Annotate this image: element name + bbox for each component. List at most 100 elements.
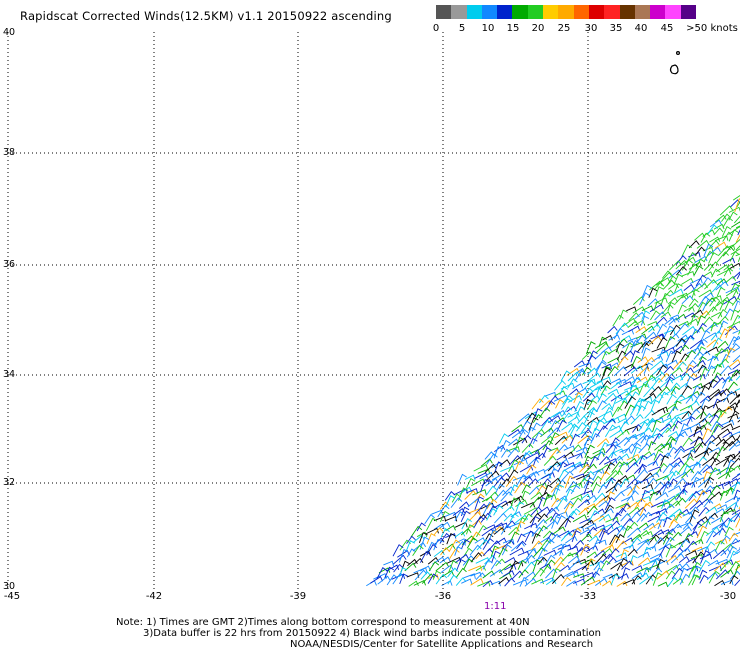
wind-barb: [551, 543, 564, 550]
wind-barb: [559, 564, 571, 572]
wind-barb: [611, 482, 622, 493]
wind-barb-field: [366, 195, 740, 588]
wind-barb: [733, 399, 740, 411]
wind-barb: [683, 283, 695, 291]
wind-barb: [611, 406, 623, 418]
wind-barb: [505, 475, 518, 487]
wind-barb: [457, 473, 467, 486]
wind-barb: [663, 325, 675, 339]
lon-label: -33: [579, 591, 597, 602]
wind-barb: [696, 498, 711, 508]
wind-barb: [623, 544, 635, 551]
wind-barb: [703, 316, 714, 325]
wind-barb: [531, 578, 544, 585]
wind-barb: [724, 526, 734, 537]
wind-barb: [699, 395, 712, 404]
wind-barb: [592, 538, 603, 550]
wind-barb: [729, 251, 740, 262]
lon-label: -36: [434, 591, 452, 602]
island-shape: [669, 64, 679, 75]
wind-barb: [693, 265, 704, 276]
wind-barb: [639, 427, 653, 437]
wind-barb: [704, 346, 719, 355]
wind-barb: [683, 456, 695, 467]
lat-label: 40: [3, 27, 16, 38]
wind-barb: [494, 489, 508, 501]
lat-label: 34: [3, 369, 16, 380]
wind-barb: [532, 431, 544, 445]
wind-barb: [531, 422, 541, 432]
wind-barb: [523, 507, 539, 515]
wind-barb: [648, 441, 657, 451]
wind-barb: [695, 456, 708, 466]
wind-barb: [440, 547, 450, 556]
wind-barb: [573, 392, 583, 404]
wind-barb: [731, 425, 740, 431]
wind-barb: [720, 548, 732, 557]
wind-barb: [463, 558, 474, 571]
wind-barb: [704, 306, 718, 318]
wind-barb: [627, 527, 641, 538]
wind-barb: [575, 446, 588, 453]
wind-barb: [716, 286, 726, 297]
wind-barb: [567, 416, 580, 424]
footnote-line-2: 3)Data buffer is 22 hrs from 20150922 4)…: [143, 628, 601, 639]
wind-barb: [628, 391, 640, 403]
wind-barb: [698, 519, 711, 529]
wind-barb: [618, 462, 630, 468]
wind-barb: [648, 323, 661, 333]
wind-barb: [720, 406, 733, 418]
wind-barb: [652, 572, 663, 586]
wind-barb: [717, 480, 732, 487]
pass-time-label: 1:11: [484, 601, 507, 612]
wind-barb: [607, 325, 618, 334]
wind-barb: [584, 523, 598, 530]
wind-barb: [538, 496, 548, 508]
wind-barb: [521, 443, 534, 453]
wind-barb: [530, 491, 543, 500]
wind-barb: [650, 310, 661, 321]
wind-barb: [516, 533, 526, 543]
wind-barb: [603, 392, 617, 403]
wind-barb: [700, 385, 710, 396]
wind-barb: [697, 310, 710, 320]
wind-barb: [681, 244, 692, 257]
wind-barb: [551, 573, 565, 585]
wind-barb: [681, 270, 695, 277]
wind-barb: [543, 493, 553, 507]
wind-barb: [542, 530, 554, 539]
wind-barb: [717, 340, 729, 349]
wind-barb: [730, 238, 740, 248]
wind-barb: [366, 580, 377, 587]
wind-barb: [706, 530, 718, 544]
wind-barb: [616, 580, 628, 587]
lon-label: -39: [289, 591, 307, 602]
wind-barb: [568, 452, 583, 459]
wind-barb: [719, 488, 734, 496]
wind-barb: [627, 548, 638, 557]
wind-barb: [641, 284, 652, 299]
wind-barb: [688, 574, 699, 586]
wind-barb: [554, 390, 566, 397]
footnote-line-1: Note: 1) Times are GMT 2)Times along bot…: [116, 617, 530, 628]
wind-barb: [566, 580, 578, 587]
wind-barb: [688, 261, 703, 270]
wind-barb: [578, 362, 592, 368]
lat-label: 32: [3, 477, 16, 488]
wind-barb: [554, 380, 567, 391]
wind-barb: [412, 542, 427, 552]
wind-barb: [681, 277, 694, 285]
wind-barb: [680, 385, 692, 398]
wind-barb: [530, 515, 540, 528]
wind-barb: [406, 572, 420, 578]
wind-barb: [635, 540, 650, 552]
wind-barb: [676, 322, 689, 335]
wind-barb: [673, 273, 684, 285]
wind-barb: [694, 232, 706, 241]
wind-barb: [717, 428, 731, 437]
wind-barb: [602, 580, 613, 587]
wind-barb: [512, 579, 528, 586]
wind-barb: [722, 257, 736, 265]
wind-barb: [556, 454, 568, 461]
wind-barb: [499, 433, 509, 444]
